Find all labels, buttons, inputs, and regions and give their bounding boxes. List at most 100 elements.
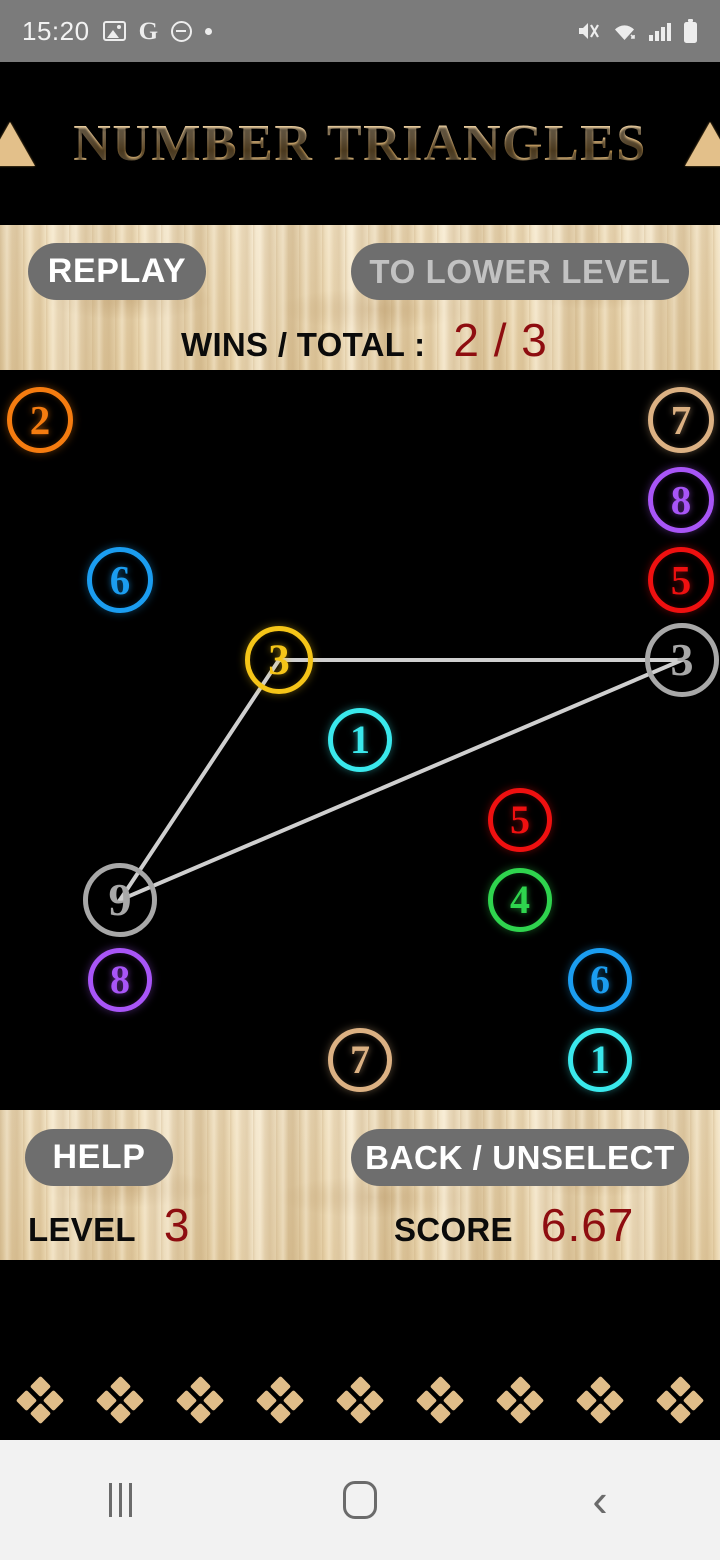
score-value: 6.67	[540, 1199, 635, 1251]
diamond-icon	[655, 1389, 678, 1411]
number-node-value: 8	[670, 476, 692, 523]
score-label: SCORE	[394, 1211, 513, 1248]
score-stat: SCORE 6.67	[394, 1198, 634, 1252]
level-stat: LEVEL 3	[28, 1198, 190, 1252]
diamond-icon	[269, 1375, 291, 1398]
number-node-value: 5	[670, 556, 692, 603]
wins-total-value: 2 / 3	[453, 314, 548, 366]
diamond-cluster-icon	[175, 1375, 225, 1425]
android-nav-bar: ‹	[0, 1440, 720, 1560]
decorative-strip	[0, 1260, 720, 1440]
diamond-icon	[269, 1402, 291, 1425]
page-title: NUMBER TRIANGLES	[73, 115, 647, 172]
photo-icon	[102, 21, 126, 41]
diamond-cluster-icon	[575, 1375, 625, 1425]
diamond-icon	[362, 1389, 385, 1411]
number-node-value: 7	[350, 1037, 370, 1082]
diamond-cluster-icon	[415, 1375, 465, 1425]
number-node[interactable]: 7	[328, 1028, 392, 1092]
diamond-cluster-icon	[655, 1375, 705, 1425]
level-value: 3	[163, 1199, 191, 1251]
diamond-icon	[429, 1375, 451, 1398]
home-icon[interactable]	[300, 1440, 420, 1560]
triangle-icon	[0, 121, 36, 166]
number-node[interactable]: 4	[488, 868, 552, 932]
number-node-value: 9	[108, 874, 132, 925]
diamond-icon	[429, 1402, 451, 1425]
diamond-cluster-icon	[495, 1375, 545, 1425]
status-bar-left-group: 15:20 G	[22, 15, 213, 47]
diamond-icon	[42, 1389, 65, 1411]
number-node[interactable]: 6	[568, 948, 632, 1012]
number-node[interactable]: 6	[87, 547, 153, 613]
diamond-icon	[602, 1389, 625, 1411]
triangle-icon	[684, 121, 720, 166]
diamond-icon	[15, 1389, 38, 1411]
bottom-control-bar: HELP BACK / UNSELECT LEVEL 3 SCORE 6.67	[0, 1110, 720, 1260]
diamond-icon	[255, 1389, 278, 1411]
diamond-icon	[589, 1375, 611, 1398]
number-node-value: 6	[109, 556, 131, 603]
diamond-icon	[442, 1389, 465, 1411]
help-button[interactable]: HELP	[25, 1129, 173, 1186]
wifi-icon	[612, 21, 637, 42]
diamond-icon	[189, 1375, 211, 1398]
number-node[interactable]: 8	[648, 467, 714, 533]
diamond-icon	[589, 1402, 611, 1425]
number-node-value: 6	[590, 957, 610, 1002]
back-icon[interactable]: ‹	[540, 1440, 660, 1560]
level-label: LEVEL	[28, 1211, 136, 1248]
diamond-icon	[109, 1375, 131, 1398]
number-node[interactable]: 8	[88, 948, 152, 1012]
number-node[interactable]: 3	[645, 623, 719, 697]
diamond-icon	[509, 1402, 531, 1425]
number-node-value: 4	[510, 877, 530, 922]
diamond-icon	[109, 1402, 131, 1425]
do-not-disturb-icon	[171, 20, 193, 42]
number-node[interactable]: 2	[7, 387, 73, 453]
diamond-icon	[522, 1389, 545, 1411]
diamond-icon	[335, 1389, 358, 1411]
number-node[interactable]: 5	[648, 547, 714, 613]
diamond-row	[0, 1375, 720, 1425]
diamond-icon	[415, 1389, 438, 1411]
number-node[interactable]: 7	[648, 387, 714, 453]
mute-icon	[577, 20, 601, 42]
diamond-icon	[669, 1402, 691, 1425]
number-node-value: 7	[670, 396, 692, 443]
battery-icon	[683, 19, 698, 43]
game-board[interactable]: 2 7 8 6 5 3 3 1 5 9 4 8 6 7 1	[0, 370, 720, 1110]
number-node[interactable]: 9	[83, 863, 157, 937]
diamond-cluster-icon	[255, 1375, 305, 1425]
diamond-icon	[29, 1402, 51, 1425]
signal-icon	[648, 21, 672, 42]
number-node[interactable]: 5	[488, 788, 552, 852]
diamond-icon	[175, 1389, 198, 1411]
number-node-value: 3	[670, 634, 694, 685]
wins-total-stat: WINS / TOTAL : 2 / 3	[181, 313, 548, 367]
number-node[interactable]: 1	[328, 708, 392, 772]
recent-apps-icon[interactable]	[60, 1440, 180, 1560]
diamond-cluster-icon	[335, 1375, 385, 1425]
diamond-icon	[682, 1389, 705, 1411]
number-node-value: 1	[350, 717, 370, 762]
number-node[interactable]: 3	[245, 626, 313, 694]
back-unselect-button[interactable]: BACK / UNSELECT	[351, 1129, 689, 1186]
app-screen: 15:20 G NUMBER TRIANGLES REPLAY TO LOWER…	[0, 0, 720, 1560]
number-node-value: 5	[510, 797, 530, 842]
dot-icon	[205, 27, 213, 35]
diamond-cluster-icon	[15, 1375, 65, 1425]
diamond-icon	[95, 1389, 118, 1411]
diamond-icon	[669, 1375, 691, 1398]
replay-button[interactable]: REPLAY	[28, 243, 206, 300]
to-lower-level-button[interactable]: TO LOWER LEVEL	[351, 243, 689, 300]
top-control-bar: REPLAY TO LOWER LEVEL WINS / TOTAL : 2 /…	[0, 225, 720, 370]
diamond-icon	[29, 1375, 51, 1398]
diamond-icon	[509, 1375, 531, 1398]
number-node-value: 8	[110, 957, 130, 1002]
google-icon: G	[138, 17, 159, 45]
status-bar-right-group	[577, 19, 698, 43]
number-node[interactable]: 1	[568, 1028, 632, 1092]
status-bar-clock: 15:20	[22, 15, 90, 46]
app-title-bar: NUMBER TRIANGLES	[0, 62, 720, 225]
